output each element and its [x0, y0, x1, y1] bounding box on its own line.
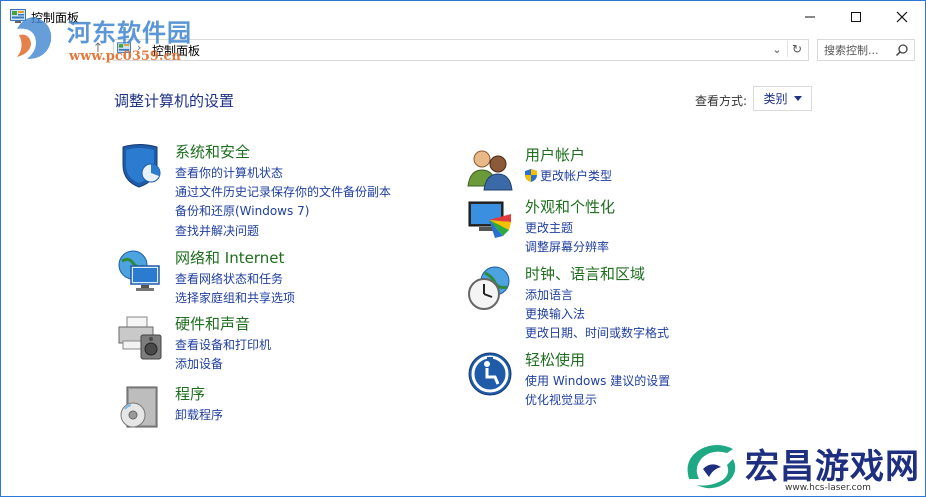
link-troubleshoot[interactable]: 查找并解决问题	[175, 222, 391, 241]
category-title[interactable]: 硬件和声音	[175, 313, 250, 334]
view-by-label: 查看方式:	[695, 94, 748, 108]
page-title: 调整计算机的设置	[114, 92, 235, 110]
printer-speaker-icon[interactable]	[117, 315, 163, 361]
caret-down-icon	[793, 96, 802, 101]
watermark-top-left: 河东软件园 www.pc0359.cn	[9, 13, 209, 73]
clock-globe-icon[interactable]	[467, 265, 513, 311]
close-button[interactable]	[879, 1, 925, 32]
link-add-device[interactable]: 添加设备	[175, 355, 271, 374]
view-by-dropdown[interactable]: 类别	[753, 86, 812, 111]
watermark-url: www.pc0359.cn	[69, 49, 181, 64]
uac-shield-icon	[525, 169, 537, 182]
control-panel-window: 控制面板 ↑ › 控制面板 ⌄ ↻ 调整计算机的设置 查看方式:	[0, 0, 926, 497]
link-change-account-type[interactable]: 更改帐户类型	[525, 167, 612, 186]
users-icon[interactable]	[467, 146, 513, 192]
link-add-language[interactable]: 添加语言	[525, 286, 669, 305]
minimize-icon	[805, 16, 815, 17]
link-date-time-format[interactable]: 更改日期、时间或数字格式	[525, 324, 669, 343]
network-globe-icon[interactable]	[117, 249, 163, 295]
category-title[interactable]: 系统和安全	[175, 141, 250, 162]
programs-disc-icon[interactable]	[117, 385, 163, 431]
security-shield-icon[interactable]	[117, 143, 163, 189]
category-title[interactable]: 外观和个性化	[525, 196, 615, 217]
link-change-input-method[interactable]: 更换输入法	[525, 305, 669, 324]
link-homegroup[interactable]: 选择家庭组和共享选项	[175, 289, 295, 308]
close-icon	[896, 11, 908, 22]
link-backup-restore[interactable]: 备份和还原(Windows 7)	[175, 202, 391, 221]
watermark-title: 河东软件园	[67, 18, 192, 47]
minimize-button[interactable]	[787, 1, 833, 32]
link-screen-resolution[interactable]: 调整屏幕分辨率	[525, 238, 609, 257]
watermark-bottom-right: 宏昌游戏网 www.hcs-laser.com	[681, 435, 925, 496]
chevron-down-icon[interactable]: ⌄	[769, 41, 785, 57]
search-input[interactable]	[824, 42, 888, 58]
address-bar[interactable]: › 控制面板 ⌄ ↻	[113, 39, 809, 61]
search-box[interactable]	[817, 39, 915, 61]
link-file-history-backup[interactable]: 通过文件历史记录保存你的文件备份副本	[175, 183, 391, 202]
watermark-url: www.hcs-laser.com	[785, 483, 871, 493]
link-devices-printers[interactable]: 查看设备和打印机	[175, 336, 271, 355]
category-title[interactable]: 轻松使用	[525, 349, 585, 370]
view-by-value: 类别	[763, 92, 788, 106]
watermark-dragon-logo-icon	[687, 445, 736, 489]
watermark-title: 宏昌游戏网	[745, 447, 920, 487]
link-view-computer-status[interactable]: 查看你的计算机状态	[175, 164, 391, 183]
monitor-palette-icon[interactable]	[467, 198, 513, 244]
maximize-button[interactable]	[833, 1, 879, 32]
category-title[interactable]: 用户帐户	[525, 144, 585, 165]
link-windows-suggested-settings[interactable]: 使用 Windows 建议的设置	[525, 372, 670, 391]
maximize-icon	[851, 11, 861, 22]
link-change-theme[interactable]: 更改主题	[525, 219, 609, 238]
watermark-logo-icon	[17, 17, 52, 59]
link-uninstall-program[interactable]: 卸载程序	[175, 406, 223, 425]
search-icon[interactable]	[895, 43, 909, 57]
link-label: 更改帐户类型	[540, 169, 613, 183]
link-network-status[interactable]: 查看网络状态和任务	[175, 270, 295, 289]
category-title[interactable]: 时钟、语言和区域	[525, 263, 645, 284]
refresh-icon[interactable]: ↻	[787, 41, 806, 57]
category-title[interactable]: 程序	[175, 383, 205, 404]
link-optimize-visual-display[interactable]: 优化视觉显示	[525, 391, 670, 410]
accessibility-icon[interactable]	[467, 351, 513, 397]
category-title[interactable]: 网络和 Internet	[175, 247, 284, 268]
